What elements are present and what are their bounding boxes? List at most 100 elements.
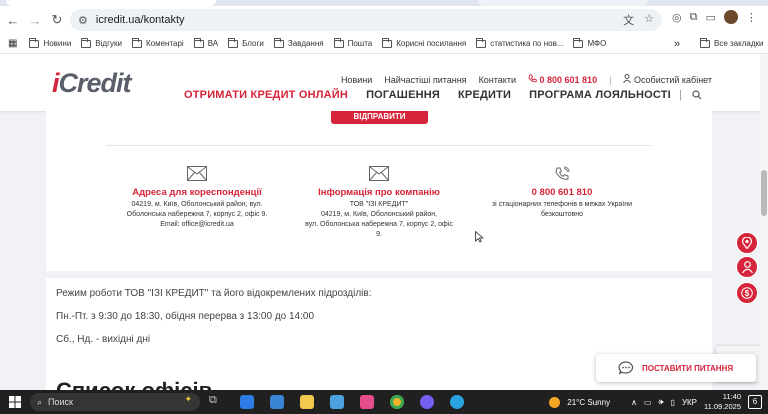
column-line: 9. (376, 231, 382, 238)
column-title: Інформація про компанію (318, 187, 440, 198)
bookmark-folder[interactable]: МФО (573, 37, 606, 48)
schedule-weekend: Сб., Нд. - вихідні дні (56, 334, 151, 345)
bookmark-label: Завдання (287, 39, 324, 48)
menu-icon[interactable]: ⋮ (746, 11, 757, 24)
folder-icon (193, 37, 204, 48)
scrollbar-thumb[interactable] (761, 170, 767, 216)
battery-icon[interactable]: ▯ (671, 398, 675, 407)
sidebar-icon[interactable]: ▭ (705, 11, 715, 24)
file-explorer-icon[interactable] (300, 395, 314, 409)
phone-title[interactable]: 0 800 601 810 (476, 188, 648, 198)
system-tray: 21°C Sunny ∧ ▭ 🕪 ▯ УКР 11:40 11.09.2025 … (549, 392, 762, 412)
bookmark-label: Пошта (347, 39, 373, 48)
cabinet-link[interactable]: | (609, 75, 611, 85)
send-button[interactable]: ВІДПРАВИТИ (331, 111, 428, 124)
camera-icon[interactable]: ◎ (672, 11, 682, 24)
bookmark-star-icon[interactable]: ☆ (644, 12, 654, 28)
bookmark-folder[interactable]: статистика по нов... (476, 37, 564, 48)
nav-link-faq[interactable]: Найчастіші питання (384, 75, 466, 85)
taskbar-search[interactable]: ⌕ Поиск ✦ (30, 393, 200, 411)
column-title: Адреса для кореспонденції (132, 187, 262, 198)
chrome-icon[interactable] (390, 395, 404, 409)
notes-icon[interactable] (330, 395, 344, 409)
address-bar[interactable]: ⚙ icredit.ua/kontakty 文 ☆ (70, 9, 662, 31)
nav-repayment[interactable]: ПОГАШЕННЯ (366, 89, 440, 101)
search-icon[interactable] (692, 90, 702, 100)
windows-start-icon[interactable] (9, 396, 21, 408)
apps-icon[interactable]: ▦ (8, 38, 17, 49)
viber-icon[interactable] (420, 395, 434, 409)
account-button[interactable] (736, 256, 758, 278)
forward-icon[interactable]: → (24, 9, 46, 31)
network-icon[interactable]: ▭ (644, 398, 652, 407)
bookmark-folder[interactable]: Відгуки (81, 37, 122, 48)
search-highlight-icon: ✦ (184, 394, 192, 404)
nav-link-contacts[interactable]: Контакти (479, 75, 516, 85)
bookmark-folder[interactable]: Пошта (333, 37, 373, 48)
bookmark-folder[interactable]: Блоги (228, 37, 264, 48)
ask-question-button[interactable]: ПОСТАВИТИ ПИТАННЯ (596, 354, 756, 382)
top-nav: Новини Найчастіші питання Контакти 0 800… (341, 74, 712, 85)
column-line: безкоштовно (540, 211, 584, 218)
cabinet-link-wrap[interactable]: Особистий кабінет (623, 74, 712, 85)
chat-bubble-icon (618, 361, 634, 375)
reload-icon[interactable]: ↻ (46, 9, 68, 31)
schedule-weekdays: Пн.-Пт. з 9:30 до 18:30, обідня перерва … (56, 311, 315, 322)
nav-get-credit[interactable]: ОТРИМАТИ КРЕДИТ ОНЛАЙН (184, 89, 348, 101)
column-line: 04219, м. Київ, Оболонський район, (320, 211, 438, 218)
weather-text[interactable]: 21°C Sunny (567, 398, 610, 407)
language-indicator[interactable]: УКР (682, 398, 697, 407)
telegram-icon[interactable] (450, 395, 464, 409)
bookmark-folder[interactable]: Корисні посилання (382, 37, 466, 48)
calculator-icon[interactable] (270, 395, 284, 409)
ask-question-label: ПОСТАВИТИ ПИТАННЯ (642, 363, 734, 373)
more-bookmarks-button[interactable]: » (674, 38, 680, 50)
bookmark-label: статистика по нов... (490, 39, 564, 48)
translate-icon[interactable]: 文 (623, 12, 634, 28)
clock-time: 11:40 (722, 392, 741, 401)
site-header: iCredit Новини Найчастіші питання Контак… (0, 54, 760, 111)
bookmark-folder[interactable]: Завдання (273, 37, 324, 48)
location-button[interactable] (736, 232, 758, 254)
url-text[interactable]: icredit.ua/kontakty (96, 14, 185, 26)
envelope-icon (369, 166, 389, 181)
page-scrollbar[interactable] (760, 54, 768, 390)
extensions-icon[interactable]: ⧉ (690, 11, 698, 24)
payment-button[interactable]: $ (736, 282, 758, 304)
profile-avatar[interactable] (723, 10, 738, 24)
folder-icon (131, 37, 142, 48)
dollar-icon: $ (741, 287, 753, 299)
site-logo[interactable]: iCredit (52, 68, 132, 99)
email-link[interactable]: Email: office@icredit.ua (106, 220, 288, 230)
all-bookmarks-folder[interactable]: Все закладки (700, 37, 764, 48)
nav-loyalty[interactable]: ПРОГРАМА ЛОЯЛЬНОСТІ (529, 89, 671, 101)
clock[interactable]: 11:40 11.09.2025 (704, 392, 741, 412)
folder-icon (476, 37, 487, 48)
nav-link-news[interactable]: Новини (341, 75, 372, 85)
browser-toolbar: ← → ↻ ⚙ icredit.ua/kontakty 文 ☆ ◎ ⧉ ▭ ⋮ (0, 6, 768, 34)
column-line: Оболонська набережна 7, корпус 2, офіс 9… (126, 211, 268, 218)
back-icon[interactable]: ← (2, 9, 24, 31)
svg-text:$: $ (745, 289, 750, 298)
notifications-badge[interactable]: 6 (748, 395, 762, 409)
copilot-icon[interactable] (360, 395, 374, 409)
bookmark-label: Блоги (242, 39, 264, 48)
page-viewport: iCredit Новини Найчастіші питання Контак… (0, 54, 768, 390)
bookmark-folder[interactable]: Новини (29, 37, 71, 48)
task-view-icon[interactable]: ⧉ (209, 394, 223, 408)
tray-chevron-icon[interactable]: ∧ (631, 398, 637, 407)
schedule-intro: Режим роботи ТОВ "ІЗІ КРЕДИТ" та його ві… (56, 288, 372, 299)
site-info-icon[interactable]: ⚙ (78, 14, 88, 27)
bookmark-label: Все закладки (714, 39, 764, 48)
windows-taskbar: ⌕ Поиск ✦ ⧉ 21°C Sunny ∧ ▭ 🕪 ▯ УКР 11:40… (0, 390, 768, 414)
bookmark-folder[interactable]: Коментарі (131, 37, 184, 48)
divider (106, 145, 652, 146)
offices-heading: Список офісів (56, 378, 212, 390)
user-icon (741, 261, 753, 273)
header-phone-link[interactable]: 0 800 601 810 (528, 74, 597, 85)
store-icon[interactable] (240, 395, 254, 409)
bookmark-folder[interactable]: ВА (193, 37, 218, 48)
volume-icon[interactable]: 🕪 (658, 397, 663, 407)
weather-sun-icon[interactable] (549, 396, 561, 408)
nav-credits[interactable]: КРЕДИТИ (458, 89, 511, 101)
